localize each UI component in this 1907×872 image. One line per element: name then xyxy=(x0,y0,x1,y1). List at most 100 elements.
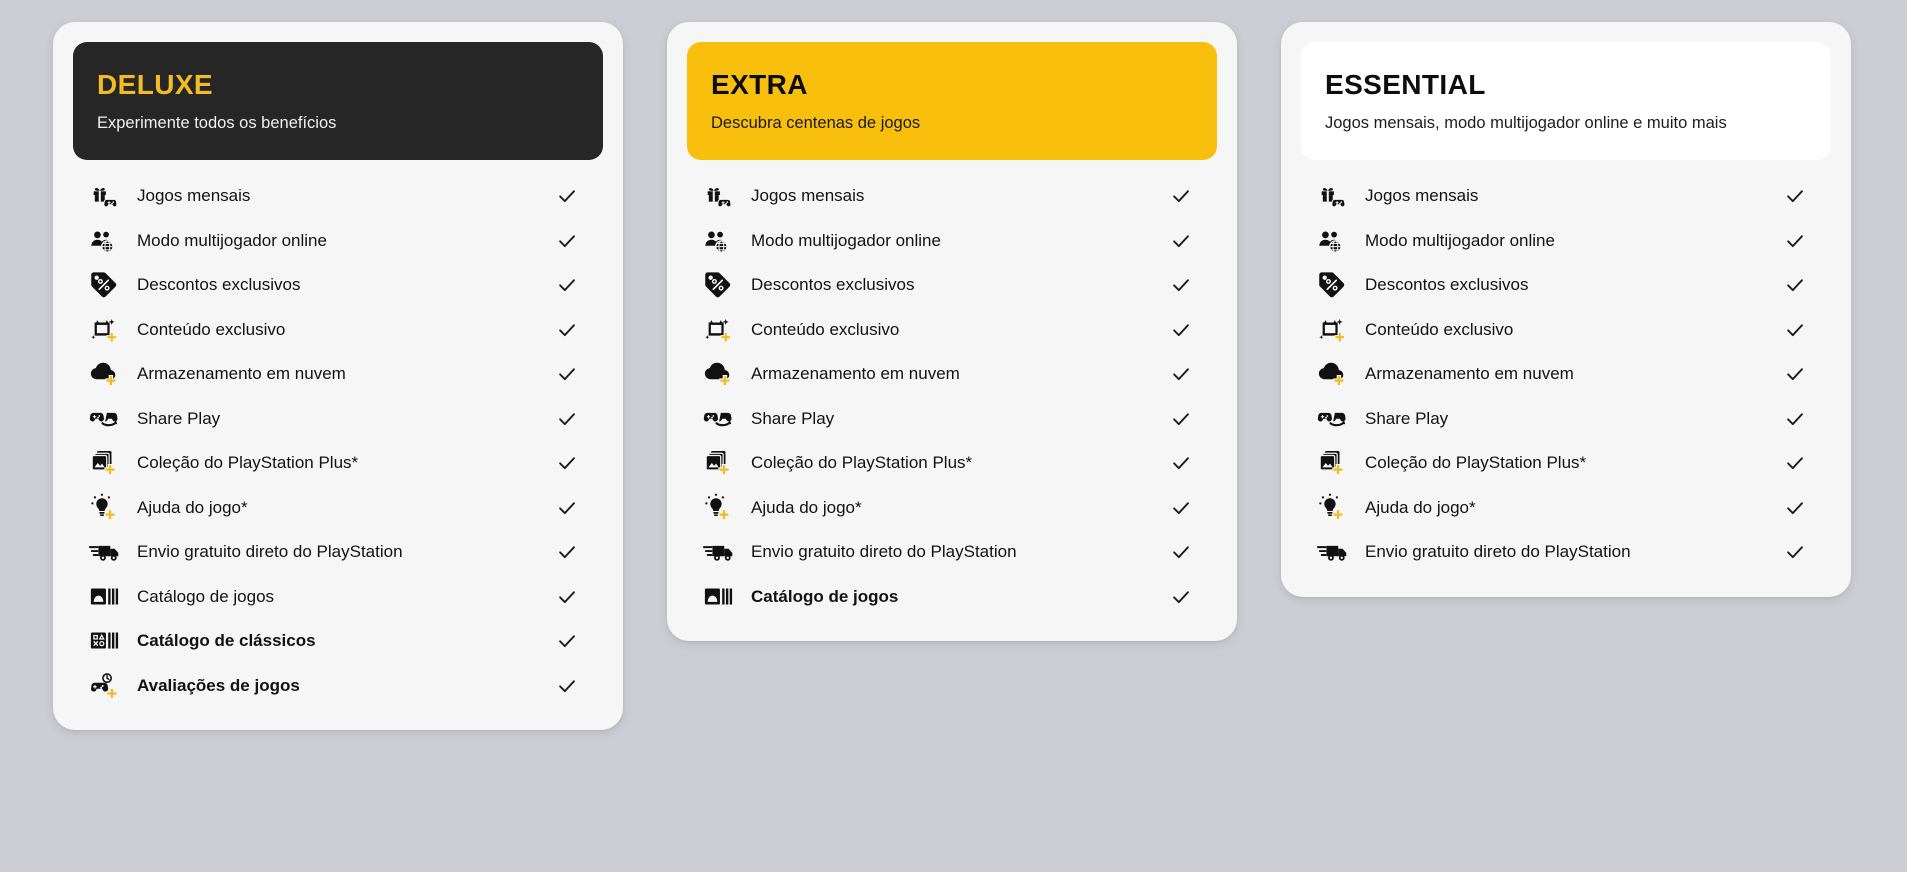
check-icon xyxy=(1775,319,1815,341)
check-icon xyxy=(1161,586,1201,608)
feature-row: Envio gratuito direto do PlayStation xyxy=(687,530,1217,575)
feature-row: Ajuda do jogo* xyxy=(73,486,603,531)
game-trials-icon xyxy=(89,671,127,701)
plan-title: EXTRA xyxy=(711,68,808,100)
feature-row: Descontos exclusivos xyxy=(687,263,1217,308)
cloud-storage-icon xyxy=(703,359,741,389)
exclusive-discounts-icon xyxy=(89,270,127,300)
feature-list: Jogos mensais Modo multijogador online D… xyxy=(1301,174,1831,575)
feature-row: Coleção do PlayStation Plus* xyxy=(687,441,1217,486)
feature-row: Envio gratuito direto do PlayStation xyxy=(73,530,603,575)
online-multiplayer-icon xyxy=(89,226,127,256)
classics-catalog-icon xyxy=(89,626,127,656)
monthly-games-icon xyxy=(89,181,127,211)
check-icon xyxy=(547,541,587,563)
plan-subtitle: Experimente todos os benefícios xyxy=(97,113,337,132)
feature-row: Ajuda do jogo* xyxy=(1301,486,1831,531)
feature-row: Share Play xyxy=(73,397,603,442)
plan-header-deluxe: DELUXE Experimente todos os benefícios xyxy=(73,42,603,160)
feature-label: Envio gratuito direto do PlayStation xyxy=(137,542,403,562)
share-play-icon xyxy=(89,404,127,434)
feature-label: Descontos exclusivos xyxy=(751,275,915,295)
check-icon xyxy=(1161,363,1201,385)
feature-label: Ajuda do jogo* xyxy=(751,497,862,517)
feature-label: Share Play xyxy=(1365,408,1449,428)
game-catalog-icon xyxy=(89,582,127,612)
feature-row: Descontos exclusivos xyxy=(73,263,603,308)
check-icon xyxy=(1161,541,1201,563)
check-icon xyxy=(1775,408,1815,430)
check-icon xyxy=(1775,230,1815,252)
feature-label: Modo multijogador online xyxy=(1365,230,1555,250)
feature-label: Jogos mensais xyxy=(1365,186,1479,206)
exclusive-content-icon xyxy=(89,315,127,345)
plan-card-extra[interactable]: EXTRA Descubra centenas de jogos Jogos me… xyxy=(667,22,1237,641)
feature-row: Modo multijogador online xyxy=(687,219,1217,264)
feature-label: Share Play xyxy=(751,408,835,428)
feature-label: Share Play xyxy=(137,408,221,428)
feature-label: Descontos exclusivos xyxy=(1365,275,1529,295)
feature-label: Armazenamento em nuvem xyxy=(137,364,346,384)
feature-label: Ajuda do jogo* xyxy=(1365,497,1476,517)
game-help-icon xyxy=(89,493,127,523)
cloud-storage-icon xyxy=(1317,359,1355,389)
feature-label: Modo multijogador online xyxy=(137,230,327,250)
plan-card-essential[interactable]: ESSENTIAL Jogos mensais, modo multijogado… xyxy=(1281,22,1851,597)
feature-list: Jogos mensais Modo multijogador online D… xyxy=(73,174,603,708)
feature-label: Jogos mensais xyxy=(751,186,865,206)
feature-label: Jogos mensais xyxy=(137,186,251,206)
feature-label: Avaliações de jogos xyxy=(137,675,300,695)
check-icon xyxy=(547,274,587,296)
feature-label: Catálogo de jogos xyxy=(751,586,899,606)
check-icon xyxy=(547,408,587,430)
feature-row: Armazenamento em nuvem xyxy=(1301,352,1831,397)
plan-card-deluxe[interactable]: DELUXE Experimente todos os benefícios Jo… xyxy=(53,22,623,730)
feature-row: Descontos exclusivos xyxy=(1301,263,1831,308)
game-catalog-icon xyxy=(703,582,741,612)
feature-row: Coleção do PlayStation Plus* xyxy=(1301,441,1831,486)
pricing-plan-comparison: DELUXE Experimente todos os benefícios Jo… xyxy=(0,0,1907,872)
feature-row: Avaliações de jogos xyxy=(73,664,603,709)
free-shipping-icon xyxy=(703,537,741,567)
plan-subtitle: Descubra centenas de jogos xyxy=(711,113,921,132)
feature-row: Catálogo de clássicos xyxy=(73,619,603,664)
feature-row: Conteúdo exclusivo xyxy=(73,308,603,353)
ps-plus-collection-icon xyxy=(1317,448,1355,478)
check-icon xyxy=(547,497,587,519)
online-multiplayer-icon xyxy=(1317,226,1355,256)
feature-label: Conteúdo exclusivo xyxy=(751,319,900,339)
check-icon xyxy=(547,675,587,697)
plan-header-extra: EXTRA Descubra centenas de jogos xyxy=(687,42,1217,160)
feature-row: Share Play xyxy=(687,397,1217,442)
feature-label: Armazenamento em nuvem xyxy=(751,364,960,384)
feature-label: Envio gratuito direto do PlayStation xyxy=(1365,542,1631,562)
exclusive-discounts-icon xyxy=(703,270,741,300)
check-icon xyxy=(1775,363,1815,385)
feature-label: Envio gratuito direto do PlayStation xyxy=(751,542,1017,562)
exclusive-content-icon xyxy=(1317,315,1355,345)
feature-label: Catálogo de jogos xyxy=(137,586,275,606)
feature-row: Envio gratuito direto do PlayStation xyxy=(1301,530,1831,575)
check-icon xyxy=(1161,408,1201,430)
check-icon xyxy=(1161,319,1201,341)
exclusive-content-icon xyxy=(703,315,741,345)
feature-row: Jogos mensais xyxy=(687,174,1217,219)
check-icon xyxy=(547,363,587,385)
feature-list: Jogos mensais Modo multijogador online D… xyxy=(687,174,1217,619)
share-play-icon xyxy=(1317,404,1355,434)
feature-row: Jogos mensais xyxy=(1301,174,1831,219)
feature-row: Armazenamento em nuvem xyxy=(73,352,603,397)
feature-row: Armazenamento em nuvem xyxy=(687,352,1217,397)
check-icon xyxy=(547,230,587,252)
check-icon xyxy=(1775,497,1815,519)
plan-subtitle: Jogos mensais, modo multijogador online … xyxy=(1325,113,1727,132)
feature-label: Ajuda do jogo* xyxy=(137,497,248,517)
plan-title: DELUXE xyxy=(97,68,213,100)
check-icon xyxy=(1161,497,1201,519)
feature-label: Armazenamento em nuvem xyxy=(1365,364,1574,384)
check-icon xyxy=(547,185,587,207)
feature-label: Modo multijogador online xyxy=(751,230,941,250)
check-icon xyxy=(547,319,587,341)
ps-plus-collection-icon xyxy=(89,448,127,478)
share-play-icon xyxy=(703,404,741,434)
